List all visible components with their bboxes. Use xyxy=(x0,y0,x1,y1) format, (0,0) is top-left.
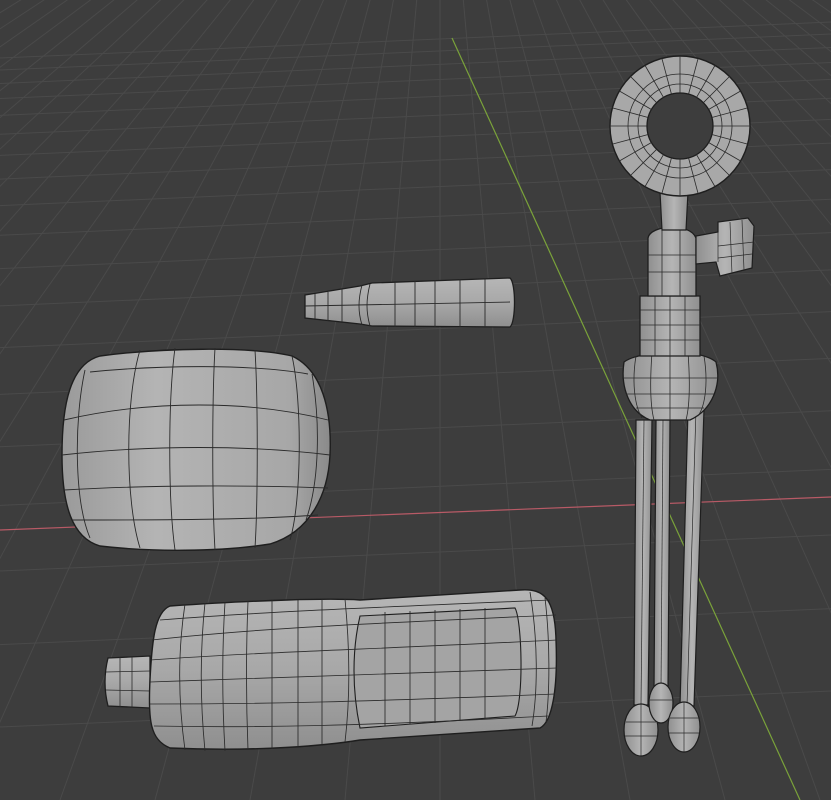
ring-mount xyxy=(609,55,751,197)
connector-pin-mesh[interactable] xyxy=(304,277,516,328)
grid-line xyxy=(0,198,831,236)
viewport-canvas[interactable] xyxy=(0,0,831,800)
mic-head-mesh[interactable] xyxy=(61,347,331,551)
mic-body-mesh[interactable] xyxy=(104,589,558,752)
3d-viewport[interactable] xyxy=(0,0,831,800)
